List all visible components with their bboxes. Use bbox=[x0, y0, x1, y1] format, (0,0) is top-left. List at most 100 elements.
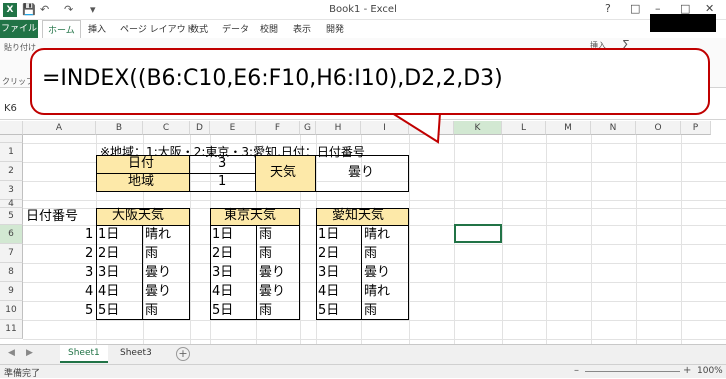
column-header-a[interactable]: A bbox=[23, 121, 96, 135]
tab-insert[interactable]: 挿入 bbox=[88, 22, 106, 35]
tab-view[interactable]: 表示 bbox=[293, 22, 311, 35]
row-header-blank[interactable] bbox=[0, 135, 23, 143]
tab-formulas[interactable]: 数式 bbox=[190, 22, 208, 35]
tab-developer[interactable]: 開発 bbox=[326, 22, 344, 35]
zoom-out-icon[interactable]: – bbox=[574, 365, 579, 376]
column-header-l[interactable]: L bbox=[502, 121, 546, 135]
tokyo-weather-3[interactable]: 曇り bbox=[259, 264, 285, 282]
date-number-label[interactable]: 日付番号 bbox=[26, 208, 78, 226]
osaka-day-5[interactable]: 5日 bbox=[98, 302, 119, 320]
tokyo-table-title: 東京天気 bbox=[224, 208, 277, 223]
date-number-1[interactable]: 1 bbox=[85, 226, 93, 244]
row-header-3[interactable]: 3 bbox=[0, 181, 23, 200]
osaka-weather-4[interactable]: 曇り bbox=[145, 283, 171, 301]
tokyo-weather-4[interactable]: 曇り bbox=[259, 283, 285, 301]
scroll-left-icon[interactable]: ◀ bbox=[8, 348, 15, 358]
osaka-day-2[interactable]: 2日 bbox=[98, 245, 119, 263]
ribbon-display-icon[interactable]: □ bbox=[630, 2, 640, 15]
tokyo-weather-1[interactable]: 雨 bbox=[259, 226, 272, 244]
column-header-e[interactable]: E bbox=[210, 121, 256, 135]
gridline bbox=[23, 339, 726, 340]
ribbon-tabs: ファイル ホーム 挿入 ページ レイアウト 数式 データ 校閲 表示 開発 bbox=[0, 20, 726, 39]
row-header-5[interactable]: 5 bbox=[0, 208, 23, 225]
new-sheet-icon[interactable]: + bbox=[176, 347, 190, 361]
column-header-b[interactable]: B bbox=[96, 121, 143, 135]
gridline bbox=[636, 135, 637, 344]
gridline bbox=[681, 135, 682, 344]
region-value-text: 1 bbox=[218, 174, 227, 189]
row-header-2[interactable]: 2 bbox=[0, 162, 23, 181]
gridline bbox=[591, 135, 592, 344]
tab-page-layout[interactable]: ページ レイアウト bbox=[120, 22, 195, 35]
select-all-corner[interactable] bbox=[0, 121, 23, 135]
sheet-tab-sheet3[interactable]: Sheet3 bbox=[112, 345, 160, 363]
gridline bbox=[409, 135, 410, 344]
aichi-weather-4[interactable]: 晴れ bbox=[364, 283, 390, 301]
column-header-h[interactable]: H bbox=[316, 121, 361, 135]
active-cell-k6[interactable] bbox=[454, 224, 502, 243]
zoom-slider[interactable] bbox=[585, 371, 680, 372]
osaka-weather-3[interactable]: 曇り bbox=[145, 264, 171, 282]
tokyo-weather-2[interactable]: 雨 bbox=[259, 245, 272, 263]
gridline bbox=[502, 135, 503, 344]
osaka-weather-5[interactable]: 雨 bbox=[145, 302, 158, 320]
date-number-3[interactable]: 3 bbox=[85, 264, 93, 282]
column-header-g[interactable]: G bbox=[300, 121, 316, 135]
aichi-day-3[interactable]: 3日 bbox=[318, 264, 339, 282]
column-header-f[interactable]: F bbox=[256, 121, 300, 135]
paste-button[interactable]: 貼り付け bbox=[4, 42, 36, 53]
tab-data[interactable]: データ bbox=[222, 22, 249, 35]
zoom-level[interactable]: 100% bbox=[697, 366, 723, 376]
column-header-o[interactable]: O bbox=[636, 121, 681, 135]
title-bar: X 💾 ↶ ↷ ▾ Book1 - Excel ? □ – □ ✕ bbox=[0, 0, 726, 20]
tab-home[interactable]: ホーム bbox=[42, 20, 81, 39]
aichi-weather-1[interactable]: 晴れ bbox=[364, 226, 390, 244]
osaka-day-1[interactable]: 1日 bbox=[98, 226, 119, 244]
row-header-1[interactable]: 1 bbox=[0, 143, 23, 162]
zoom-in-icon[interactable]: + bbox=[683, 365, 691, 376]
column-header-d[interactable]: D bbox=[190, 121, 210, 135]
row-header-9[interactable]: 9 bbox=[0, 282, 23, 301]
scroll-right-icon[interactable]: ▶ bbox=[26, 348, 33, 358]
aichi-day-4[interactable]: 4日 bbox=[318, 283, 339, 301]
osaka-day-3[interactable]: 3日 bbox=[98, 264, 119, 282]
name-box[interactable]: K6 bbox=[4, 103, 17, 114]
aichi-day-2[interactable]: 2日 bbox=[318, 245, 339, 263]
tokyo-day-3[interactable]: 3日 bbox=[212, 264, 233, 282]
row-header-4[interactable]: 4 bbox=[0, 200, 23, 209]
osaka-day-4[interactable]: 4日 bbox=[98, 283, 119, 301]
gridline bbox=[23, 200, 726, 201]
aichi-weather-3[interactable]: 曇り bbox=[364, 264, 390, 282]
help-icon[interactable]: ? bbox=[605, 2, 611, 15]
osaka-table-title: 大阪天気 bbox=[112, 208, 165, 223]
account-area[interactable] bbox=[650, 14, 716, 32]
column-header-c[interactable]: C bbox=[143, 121, 190, 135]
row-header-10[interactable]: 10 bbox=[0, 301, 23, 320]
region-label-text: 地域 bbox=[128, 174, 155, 189]
row-header-6[interactable]: 6 bbox=[0, 225, 23, 244]
tokyo-day-4[interactable]: 4日 bbox=[212, 283, 233, 301]
row-header-8[interactable]: 8 bbox=[0, 263, 23, 282]
tokyo-day-5[interactable]: 5日 bbox=[212, 302, 233, 320]
tokyo-day-2[interactable]: 2日 bbox=[212, 245, 233, 263]
sheet-tab-bar: ◀ ▶ Sheet1 Sheet3 + bbox=[0, 344, 726, 364]
aichi-day-5[interactable]: 5日 bbox=[318, 302, 339, 320]
tab-file[interactable]: ファイル bbox=[0, 20, 38, 38]
row-header-7[interactable]: 7 bbox=[0, 244, 23, 263]
date-number-2[interactable]: 2 bbox=[85, 245, 93, 263]
osaka-weather-2[interactable]: 雨 bbox=[145, 245, 158, 263]
date-number-5[interactable]: 5 bbox=[85, 302, 93, 320]
tokyo-weather-5[interactable]: 雨 bbox=[259, 302, 272, 320]
aichi-weather-2[interactable]: 雨 bbox=[364, 245, 377, 263]
osaka-weather-1[interactable]: 晴れ bbox=[145, 226, 171, 244]
column-header-p[interactable]: P bbox=[681, 121, 711, 135]
aichi-day-1[interactable]: 1日 bbox=[318, 226, 339, 244]
sheet-tab-sheet1[interactable]: Sheet1 bbox=[60, 345, 108, 363]
row-header-11[interactable]: 11 bbox=[0, 320, 23, 339]
date-number-4[interactable]: 4 bbox=[85, 283, 93, 301]
tab-review[interactable]: 校閲 bbox=[260, 22, 278, 35]
column-header-m[interactable]: M bbox=[546, 121, 591, 135]
column-header-n[interactable]: N bbox=[591, 121, 636, 135]
tokyo-day-1[interactable]: 1日 bbox=[212, 226, 233, 244]
aichi-weather-5[interactable]: 雨 bbox=[364, 302, 377, 320]
